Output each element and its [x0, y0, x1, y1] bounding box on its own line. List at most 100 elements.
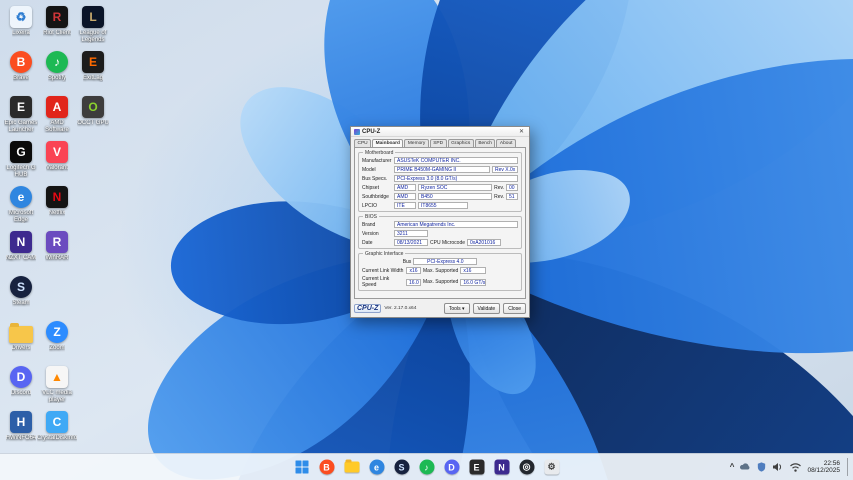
- desktop-icon-amd-software[interactable]: A AMD Software: [40, 96, 74, 133]
- desktop-icon-microsoft-edge[interactable]: e Microsoft Edge: [4, 186, 38, 223]
- tab-about[interactable]: About: [496, 139, 516, 147]
- icon-glyph: N: [16, 235, 26, 249]
- desktop-icon-label: OCCT GPU: [77, 120, 109, 126]
- taskbar-microsoft-edge-icon[interactable]: e: [366, 457, 387, 478]
- desktop-icon-winrar[interactable]: R WinRAR: [40, 231, 74, 262]
- desktop-icon-label: WinRAR: [45, 255, 69, 261]
- icon-glyph: S: [16, 280, 25, 294]
- logitech-g-hub-app-icon: G: [10, 141, 32, 163]
- desktop-icon-label: Steam: [12, 300, 30, 306]
- southbridge-name-value: B450: [418, 193, 493, 200]
- link-width-value: x16: [406, 267, 421, 274]
- security-shield-icon[interactable]: [756, 461, 767, 473]
- desktop-icon-valorant[interactable]: V Valorant: [40, 141, 74, 172]
- spotify-app-icon: ♪: [419, 459, 434, 475]
- desktop-icon-label: Valorant: [46, 165, 68, 171]
- desktop-icon-occt-gpu[interactable]: O OCCT GPU: [76, 96, 110, 127]
- desktop-icon-spotify[interactable]: ♪ Spotify: [40, 51, 74, 82]
- lpcio-name-value: IT8655: [418, 202, 468, 209]
- desktop-icon-netflix[interactable]: N Netflix: [40, 186, 74, 217]
- taskbar-spotify-icon[interactable]: ♪: [416, 457, 437, 478]
- desktop-icon-label: HWiNFO64: [5, 435, 37, 441]
- taskbar-steam-icon[interactable]: S: [391, 457, 412, 478]
- taskbar-brave-icon[interactable]: B: [316, 457, 337, 478]
- taskbar-start-button[interactable]: [291, 457, 312, 478]
- desktop-icon-hwinfo64[interactable]: H HWiNFO64: [4, 411, 38, 442]
- window-title: CPU-Z: [362, 128, 381, 135]
- cpu-microcode-label: CPU Microcode: [430, 239, 466, 246]
- wifi-icon[interactable]: [789, 461, 802, 473]
- obs-studio-app-icon: ◎: [519, 459, 534, 475]
- volume-icon[interactable]: [772, 461, 784, 473]
- taskbar-epic-games-icon[interactable]: E: [466, 457, 487, 478]
- taskbar-nzxt-cam-icon[interactable]: N: [491, 457, 512, 478]
- desktop-icon-zoom[interactable]: Z Zoom: [40, 321, 74, 352]
- link-speed-value: 16.0 GT/s: [406, 278, 421, 286]
- group-title: Graphic Interface: [363, 251, 406, 257]
- desktop-icon-crystaldiskinfo[interactable]: C CrystalDiskInfo: [36, 411, 78, 442]
- desktop-icon-league-of-legends[interactable]: L League of Legends: [76, 6, 110, 43]
- chipset-rev-value: 00: [506, 184, 518, 191]
- desktop-icon-logitech-g-hub[interactable]: G Logitech G HUB: [4, 141, 38, 178]
- tab-graphics[interactable]: Graphics: [447, 139, 474, 147]
- desktop-icon-label: Spotify: [47, 75, 67, 81]
- mainboard-tab-page: Motherboard Manufacturer ASUSTeK COMPUTE…: [354, 147, 526, 299]
- version-text: Ver. 2.17.0.x64: [384, 306, 417, 311]
- taskbar-center-icons: Be S ♪ D E N ◎ ⚙: [291, 457, 562, 478]
- bios-group: BIOS Brand American Megatrends Inc. Vers…: [358, 214, 522, 249]
- onedrive-cloud-icon[interactable]: [739, 461, 751, 473]
- desktop-icon-discord[interactable]: D Discord: [4, 366, 38, 397]
- link-speed-label: Current Link Speed: [362, 276, 390, 288]
- desktop-icon-label: CrystalDiskInfo: [36, 435, 78, 441]
- desktop-icon-epic-games-launcher[interactable]: E Epic Games Launcher: [4, 96, 38, 133]
- crystaldiskinfo-app-icon: C: [46, 411, 68, 433]
- discord-app-icon: D: [444, 459, 459, 475]
- taskbar-file-explorer-icon[interactable]: [341, 457, 362, 478]
- amd-software-app-icon: A: [46, 96, 68, 118]
- steam-app-icon: S: [394, 459, 409, 475]
- netflix-app-icon: N: [46, 186, 68, 208]
- spotify-app-icon: ♪: [46, 51, 68, 73]
- tab-cpu[interactable]: CPU: [354, 139, 372, 147]
- icon-glyph: H: [16, 415, 26, 429]
- cpuz-titlebar[interactable]: CPU-Z ✕: [351, 127, 529, 137]
- chipset-name-value: Ryzen SOC: [418, 184, 493, 191]
- desktop-icon-steam[interactable]: S Steam: [4, 276, 38, 307]
- desktop-icon-lixeira[interactable]: ♻ Lixeira: [4, 6, 38, 37]
- bus-specs-value: PCI-Express 3.0 (8.0 GT/s): [394, 175, 518, 182]
- close-icon[interactable]: ✕: [517, 128, 526, 135]
- hidden-icons-chevron-icon[interactable]: ^: [730, 463, 735, 471]
- desktop-icon-vlc-media-player[interactable]: ▲ VLC media player: [40, 366, 74, 403]
- icon-glyph: V: [52, 145, 61, 159]
- clock-date: 08/12/2025: [807, 467, 840, 474]
- tools-button[interactable]: Tools ▾: [443, 303, 470, 314]
- close-button[interactable]: Close: [503, 303, 526, 314]
- icon-glyph: e: [17, 190, 25, 204]
- tab-mainboard[interactable]: Mainboard: [372, 139, 404, 147]
- chipset-rev-label: Rev.: [494, 184, 504, 191]
- taskbar-settings-icon[interactable]: ⚙: [541, 457, 562, 478]
- desktop-icon-drivers[interactable]: Drivers: [4, 321, 38, 352]
- validate-button[interactable]: Validate: [472, 303, 501, 314]
- desktop-icon-exitlag[interactable]: E ExitLag: [76, 51, 110, 82]
- bios-brand-value: American Megatrends Inc.: [394, 221, 518, 228]
- taskbar-discord-icon[interactable]: D: [441, 457, 462, 478]
- icon-glyph: Z: [53, 325, 61, 339]
- microsoft-edge-app-icon: e: [10, 186, 32, 208]
- desktop-icon-nzxt-cam[interactable]: N NZXT CAM: [4, 231, 38, 262]
- show-desktop-button[interactable]: [847, 458, 850, 476]
- tab-bench[interactable]: Bench: [474, 139, 496, 147]
- desktop-icon-label: NZXT CAM: [5, 255, 37, 261]
- icon-glyph: R: [52, 10, 62, 24]
- group-title: Motherboard: [363, 150, 396, 156]
- tab-spd[interactable]: SPD: [429, 139, 447, 147]
- desktop-icon-riot-client[interactable]: R Riot Client: [40, 6, 74, 37]
- taskbar-obs-studio-icon[interactable]: ◎: [516, 457, 537, 478]
- desktop-icon-brave[interactable]: B Brave: [4, 51, 38, 82]
- icon-glyph: B: [16, 55, 26, 69]
- taskbar-clock[interactable]: 22:56 08/12/2025: [807, 460, 840, 475]
- bios-date-label: Date: [362, 239, 373, 246]
- tab-memory[interactable]: Memory: [404, 139, 429, 147]
- folder-icon: [9, 323, 33, 343]
- max-speed-label: Max. Supported: [423, 279, 459, 285]
